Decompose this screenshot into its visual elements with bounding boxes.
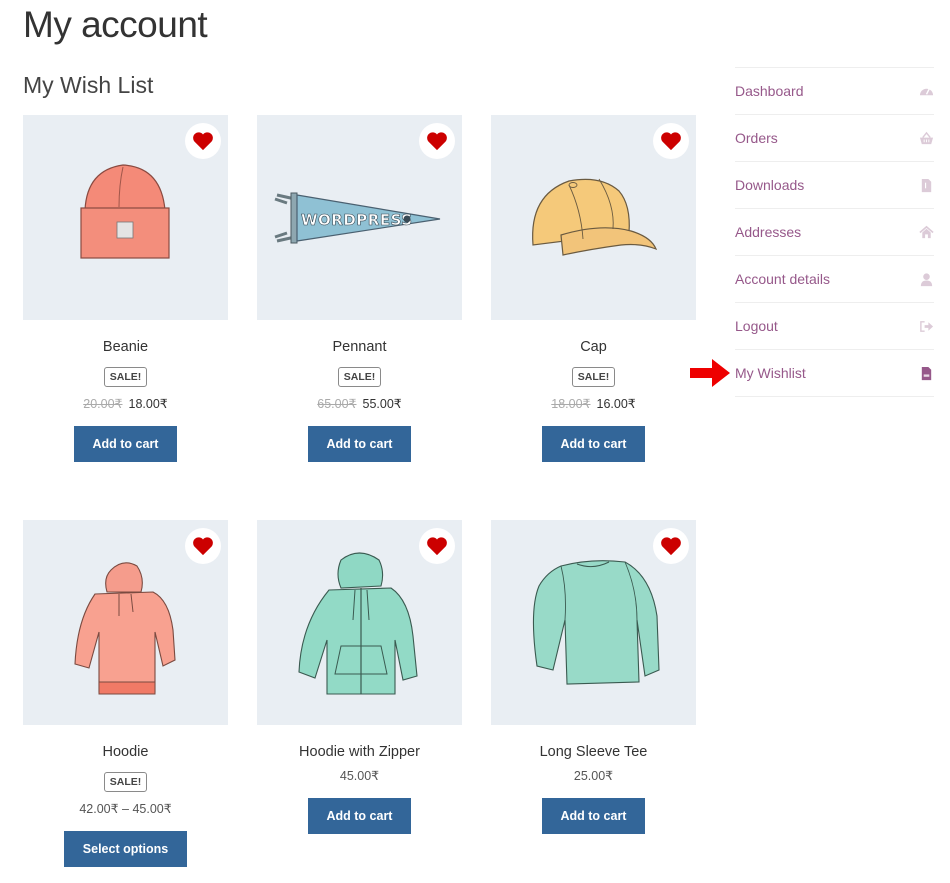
nav-item-label: My Wishlist (735, 365, 806, 381)
heart-icon (193, 132, 213, 151)
sale-badge: SALE! (337, 367, 382, 387)
nav-item-downloads[interactable]: Downloads (735, 162, 934, 209)
heart-icon (661, 132, 681, 151)
home-icon (919, 225, 934, 240)
product-image-hoodie[interactable] (23, 520, 228, 725)
product-image-beanie[interactable] (23, 115, 228, 320)
nav-item-label: Logout (735, 318, 778, 334)
sale-badge: SALE! (103, 772, 148, 792)
nav-item-label: Orders (735, 130, 778, 146)
product-name[interactable]: Hoodie with Zipper (257, 744, 462, 764)
add-to-cart-button[interactable]: Add to cart (307, 426, 412, 462)
sale-price: 18.00₹ (128, 397, 168, 411)
sale-badge: SALE! (103, 367, 148, 387)
nav-item-addresses[interactable]: Addresses (735, 209, 934, 256)
add-to-cart-button[interactable]: Add to cart (307, 798, 412, 834)
page-title: My account (23, 4, 208, 45)
add-to-cart-button[interactable]: Add to cart (541, 798, 646, 834)
dashboard-gauge-icon (919, 84, 934, 99)
sign-out-icon (919, 319, 934, 334)
product-name[interactable]: Pennant (257, 339, 462, 359)
nav-item-label: Dashboard (735, 83, 804, 99)
document-icon (919, 366, 934, 381)
wishlist-product: Cap SALE! 18.00₹ 16.00₹ Add to cart (491, 115, 696, 462)
nav-item-orders[interactable]: Orders (735, 115, 934, 162)
nav-item-account-details[interactable]: Account details (735, 256, 934, 303)
product-price: 25.00₹ (491, 768, 696, 784)
nav-item-dashboard[interactable]: Dashboard (735, 68, 934, 115)
user-icon (919, 272, 934, 287)
add-to-cart-button[interactable]: Add to cart (73, 426, 178, 462)
product-image-pennant[interactable]: WORDPRESS (257, 115, 462, 320)
product-name[interactable]: Beanie (23, 339, 228, 359)
price-range: 42.00₹ – 45.00₹ (79, 802, 172, 816)
heart-icon (193, 537, 213, 556)
heart-icon (427, 132, 447, 151)
basket-icon (919, 131, 934, 146)
svg-text:WORDPRESS: WORDPRESS (301, 211, 413, 229)
product-price: 65.00₹ 55.00₹ (257, 396, 462, 412)
product-price: 42.00₹ – 45.00₹ (23, 801, 228, 817)
product-image-cap[interactable] (491, 115, 696, 320)
original-price: 18.00₹ (551, 397, 591, 411)
nav-item-label: Downloads (735, 177, 805, 193)
product-price: 45.00₹ (257, 768, 462, 784)
nav-item-my-wishlist[interactable]: My Wishlist (735, 350, 934, 397)
remove-from-wishlist-button[interactable] (419, 123, 455, 159)
wishlist-product: Long Sleeve Tee 25.00₹ Add to cart (491, 520, 696, 834)
regular-price: 25.00₹ (573, 769, 614, 783)
remove-from-wishlist-button[interactable] (419, 528, 455, 564)
sale-price: 55.00₹ (362, 397, 402, 411)
remove-from-wishlist-button[interactable] (185, 123, 221, 159)
product-name[interactable]: Long Sleeve Tee (491, 744, 696, 764)
remove-from-wishlist-button[interactable] (653, 528, 689, 564)
account-navigation: Dashboard Orders Downloads Addresses Acc… (735, 67, 934, 397)
red-arrow-pointer-icon (690, 359, 730, 387)
original-price: 65.00₹ (317, 397, 357, 411)
remove-from-wishlist-button[interactable] (653, 123, 689, 159)
wishlist-product: Beanie SALE! 20.00₹ 18.00₹ Add to cart (23, 115, 228, 462)
regular-price: 45.00₹ (339, 769, 380, 783)
wishlist-product: WORDPRESS Pennant SALE! 65.00₹ 55.00₹ Add… (257, 115, 462, 462)
remove-from-wishlist-button[interactable] (185, 528, 221, 564)
product-price: 20.00₹ 18.00₹ (23, 396, 228, 412)
nav-item-logout[interactable]: Logout (735, 303, 934, 350)
product-image-long-sleeve-tee[interactable] (491, 520, 696, 725)
wishlist-heading: My Wish List (23, 72, 154, 98)
product-name[interactable]: Hoodie (23, 744, 228, 764)
product-image-hoodie-with-zipper[interactable] (257, 520, 462, 725)
heart-icon (427, 537, 447, 556)
heart-icon (661, 537, 681, 556)
file-download-icon (919, 178, 934, 193)
product-price: 18.00₹ 16.00₹ (491, 396, 696, 412)
product-name[interactable]: Cap (491, 339, 696, 359)
wishlist-product: Hoodie SALE! 42.00₹ – 45.00₹ Select opti… (23, 520, 228, 867)
select-options-button[interactable]: Select options (63, 831, 188, 867)
original-price: 20.00₹ (83, 397, 123, 411)
nav-item-label: Account details (735, 271, 830, 287)
add-to-cart-button[interactable]: Add to cart (541, 426, 646, 462)
nav-item-label: Addresses (735, 224, 802, 240)
wishlist-product: Hoodie with Zipper 45.00₹ Add to cart (257, 520, 462, 834)
sale-badge: SALE! (571, 367, 616, 387)
sale-price: 16.00₹ (596, 397, 636, 411)
